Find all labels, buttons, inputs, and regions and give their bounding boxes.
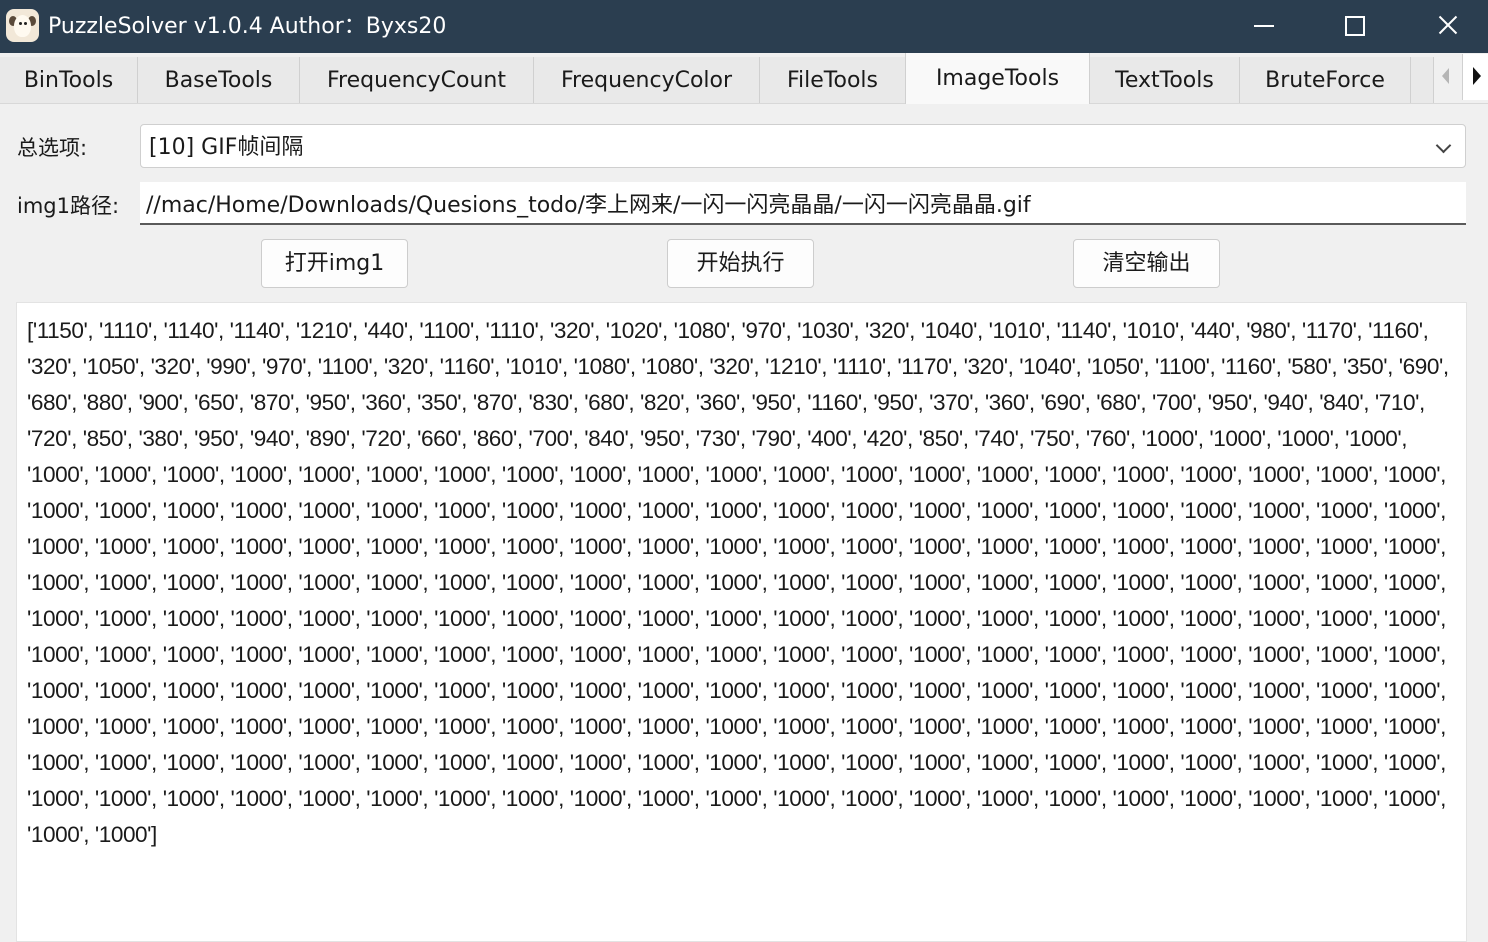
run-button[interactable]: 开始执行 — [667, 239, 814, 288]
tab-bruteforce[interactable]: BruteForce — [1240, 57, 1411, 103]
minimize-icon[interactable] — [1228, 0, 1298, 53]
tab-frequencycount[interactable]: FrequencyCount — [300, 57, 534, 103]
tab-frequencycolor[interactable]: FrequencyColor — [534, 57, 760, 103]
maximize-icon[interactable] — [1319, 0, 1389, 53]
open-img1-button[interactable]: 打开img1 — [261, 239, 408, 288]
clear-output-button[interactable]: 清空输出 — [1073, 239, 1220, 288]
sheep-app-icon — [6, 9, 39, 42]
title-bar: PuzzleSolver v1.0.4 Author：Byxs20 — [0, 0, 1488, 53]
img1-path-input[interactable] — [140, 182, 1466, 225]
tab-scroll-right-icon[interactable] — [1462, 54, 1488, 100]
tab-basetools[interactable]: BaseTools — [138, 57, 300, 103]
tab-filetools[interactable]: FileTools — [760, 57, 906, 103]
tab-bar: BinTools BaseTools FrequencyCount Freque… — [0, 53, 1488, 104]
output-textarea[interactable]: ['1150', '1110', '1140', '1140', '1210',… — [16, 302, 1467, 942]
option-select[interactable]: [10] GIF帧间隔 — [140, 124, 1466, 168]
tab-scroll-left-icon[interactable] — [1434, 54, 1462, 100]
option-select-value: [10] GIF帧间隔 — [149, 135, 304, 160]
tab-imagetools[interactable]: ImageTools — [905, 53, 1090, 104]
tab-overflow[interactable] — [1411, 57, 1434, 103]
chevron-down-icon — [1435, 137, 1452, 154]
tab-texttools[interactable]: TextTools — [1090, 57, 1240, 103]
tab-bintools[interactable]: BinTools — [0, 57, 138, 103]
img1-path-label: img1路径: — [17, 194, 120, 218]
window-title: PuzzleSolver v1.0.4 Author：Byxs20 — [48, 14, 447, 39]
close-icon[interactable] — [1412, 0, 1482, 53]
option-label: 总选项: — [17, 136, 88, 160]
